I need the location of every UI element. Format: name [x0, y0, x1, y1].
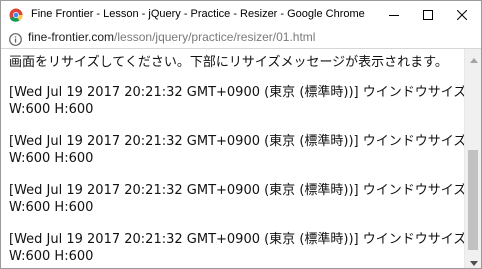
scroll-up-button[interactable] — [465, 48, 481, 67]
log-size: W:600 H:600 — [9, 151, 94, 166]
log-timestamp: [Wed Jul 19 2017 20:21:32 GMT+0900 (東京 (… — [9, 85, 359, 100]
page-content: 画面をリサイズしてください。下部にリサイズメッセージが表示されます。 [Wed … — [9, 54, 467, 268]
log-timestamp: [Wed Jul 19 2017 20:21:32 GMT+0900 (東京 (… — [9, 134, 359, 149]
close-button[interactable] — [445, 1, 479, 27]
intro-text: 画面をリサイズしてください。下部にリサイズメッセージが表示されます。 — [9, 55, 448, 70]
title-bar[interactable]: Fine Frontier - Lesson - jQuery - Practi… — [1, 1, 481, 27]
browser-window: Fine Frontier - Lesson - jQuery - Practi… — [0, 0, 482, 269]
maximize-button[interactable] — [411, 1, 445, 27]
log-entry: [Wed Jul 19 2017 20:21:32 GMT+0900 (東京 (… — [9, 182, 467, 216]
log-entry-line: [Wed Jul 19 2017 20:21:32 GMT+0900 (東京 (… — [9, 231, 467, 248]
window-title: Fine Frontier - Lesson - jQuery - Practi… — [31, 8, 365, 20]
scrollbar-thumb[interactable] — [468, 150, 478, 250]
address-bar[interactable]: fine-frontier.com/lesson/jquery/practice… — [1, 27, 481, 49]
log-message: ウインドウサイズ — [362, 134, 467, 149]
url-host: fine-frontier.com — [28, 30, 115, 44]
log-size: W:600 H:600 — [9, 249, 94, 264]
log-entry: [Wed Jul 19 2017 20:21:32 GMT+0900 (東京 (… — [9, 84, 467, 118]
minimize-icon — [389, 5, 399, 24]
log-size: W:600 H:600 — [9, 200, 94, 215]
log-message: ウインドウサイズ — [362, 232, 467, 247]
log-entry-line: [Wed Jul 19 2017 20:21:32 GMT+0900 (東京 (… — [9, 133, 467, 150]
log-entry: [Wed Jul 19 2017 20:21:32 GMT+0900 (東京 (… — [9, 231, 467, 265]
log-entry-line: [Wed Jul 19 2017 20:21:32 GMT+0900 (東京 (… — [9, 182, 467, 199]
page-viewport[interactable]: 画面をリサイズしてください。下部にリサイズメッセージが表示されます。 [Wed … — [1, 49, 481, 268]
resize-log-list: [Wed Jul 19 2017 20:21:32 GMT+0900 (東京 (… — [9, 84, 467, 265]
log-message: ウインドウサイズ — [362, 183, 467, 198]
log-message: ウインドウサイズ — [362, 85, 467, 100]
scroll-down-arrow-icon — [469, 251, 478, 268]
log-timestamp: [Wed Jul 19 2017 20:21:32 GMT+0900 (東京 (… — [9, 183, 359, 198]
chrome-icon — [9, 7, 23, 22]
scroll-down-button[interactable] — [465, 251, 481, 268]
close-icon — [456, 5, 468, 24]
log-entry: [Wed Jul 19 2017 20:21:32 GMT+0900 (東京 (… — [9, 133, 467, 167]
url-text[interactable]: fine-frontier.com/lesson/jquery/practice… — [28, 30, 315, 45]
scroll-up-arrow-icon — [469, 48, 478, 67]
minimize-button[interactable] — [377, 1, 411, 27]
log-entry-line: [Wed Jul 19 2017 20:21:32 GMT+0900 (東京 (… — [9, 84, 467, 101]
log-size: W:600 H:600 — [9, 102, 94, 117]
maximize-icon — [423, 5, 433, 24]
info-icon[interactable] — [9, 31, 22, 46]
log-timestamp: [Wed Jul 19 2017 20:21:32 GMT+0900 (東京 (… — [9, 232, 359, 247]
url-path: /lesson/jquery/practice/resizer/01.html — [114, 30, 316, 44]
vertical-scrollbar[interactable] — [464, 48, 481, 268]
